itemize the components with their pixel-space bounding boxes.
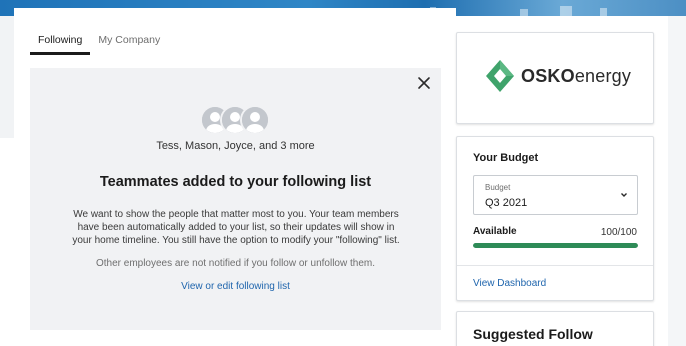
logo-text-bold: OSKO [521, 65, 575, 86]
logo-text-light: energy [574, 65, 632, 86]
budget-progress-bar [473, 243, 638, 248]
budget-card: Your Budget Budget Q3 2021 Available 100… [456, 136, 654, 301]
budget-select-label: Budget [485, 183, 511, 192]
company-logo-card: OSKOenergy [456, 32, 654, 124]
budget-select[interactable]: Budget Q3 2021 [473, 175, 638, 215]
budget-select-value: Q3 2021 [485, 197, 528, 209]
divider [457, 265, 653, 266]
company-logo: OSKOenergy [485, 59, 631, 93]
notice-title: Teammates added to your following list [99, 174, 372, 190]
notice-body: We want to show the people that matter m… [72, 209, 400, 246]
edit-following-link[interactable]: View or edit following list [30, 281, 441, 292]
notice-note: Other employees are not notified if you … [95, 258, 376, 269]
chevron-down-icon [621, 193, 627, 197]
right-background [668, 16, 686, 346]
avatar-group [200, 105, 272, 135]
available-count: 100/100 [600, 227, 637, 238]
feed-tabs: Following My Company [30, 33, 168, 55]
tab-my-company[interactable]: My Company [90, 33, 168, 55]
person-avatar-icon [240, 105, 270, 135]
available-label: Available [473, 226, 517, 237]
followed-names: Tess, Mason, Joyce, and 3 more [156, 140, 315, 152]
page: Following My Company Tess, Mason, Joyce,… [0, 0, 686, 346]
close-icon[interactable] [417, 76, 431, 90]
budget-title: Your Budget [473, 152, 539, 164]
tab-following[interactable]: Following [30, 33, 91, 55]
suggested-follow-card: Suggested Follow [456, 311, 654, 346]
left-background [0, 16, 14, 138]
view-dashboard-link[interactable]: View Dashboard [473, 278, 546, 289]
feed-card: Following My Company Tess, Mason, Joyce,… [14, 8, 456, 346]
budget-progress-fill [473, 243, 638, 248]
suggested-follow-title: Suggested Follow [473, 326, 593, 342]
company-logo-text: OSKOenergy [521, 66, 631, 87]
following-notice: Tess, Mason, Joyce, and 3 more Teammates… [30, 68, 441, 330]
osko-logo-icon [486, 60, 514, 92]
